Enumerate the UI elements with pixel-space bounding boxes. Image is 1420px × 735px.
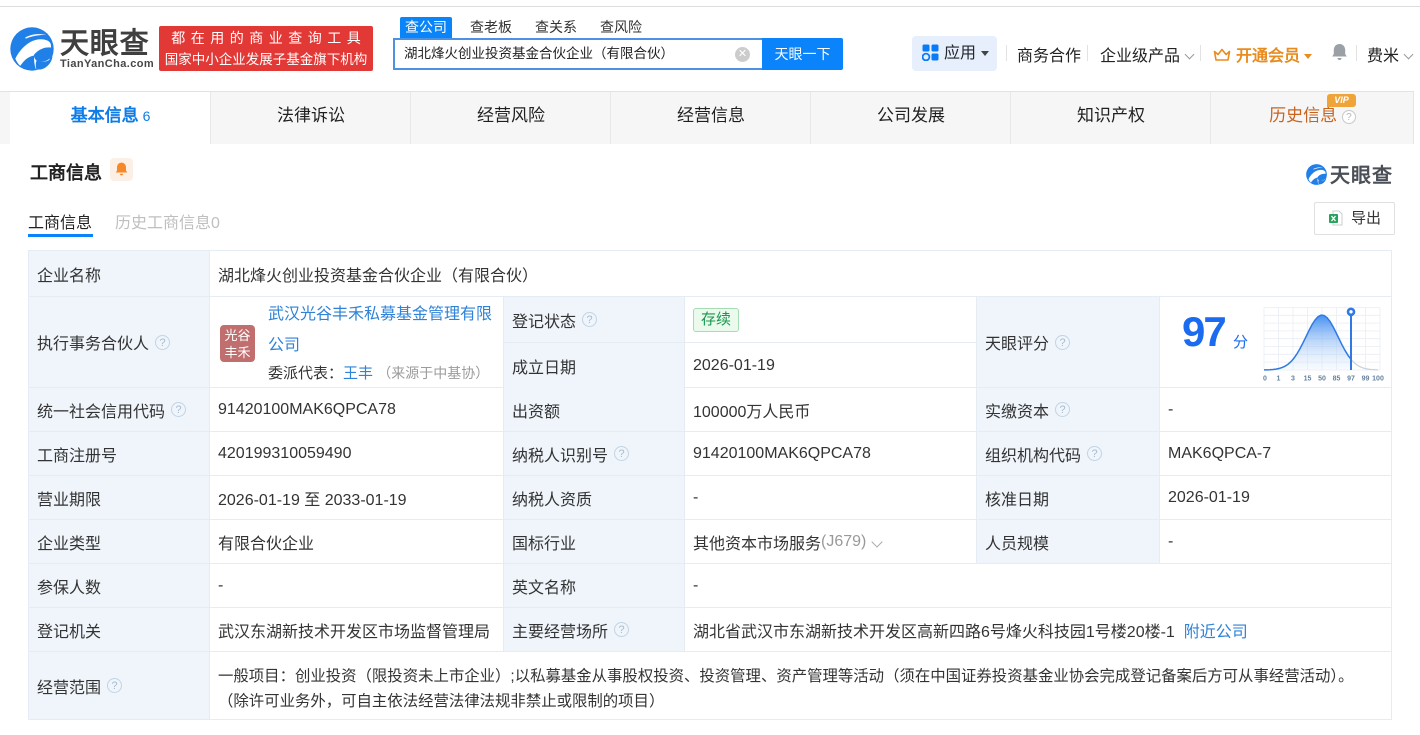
svg-text:97: 97 xyxy=(1347,376,1355,382)
svg-text:0: 0 xyxy=(1263,376,1267,382)
svg-text:100: 100 xyxy=(1372,376,1384,382)
svg-text:85: 85 xyxy=(1333,376,1341,382)
svg-text:99: 99 xyxy=(1362,376,1370,382)
svg-text:50: 50 xyxy=(1318,376,1326,382)
svg-text:3: 3 xyxy=(1291,376,1295,382)
svg-text:15: 15 xyxy=(1304,376,1312,382)
svg-text:1: 1 xyxy=(1277,376,1281,382)
